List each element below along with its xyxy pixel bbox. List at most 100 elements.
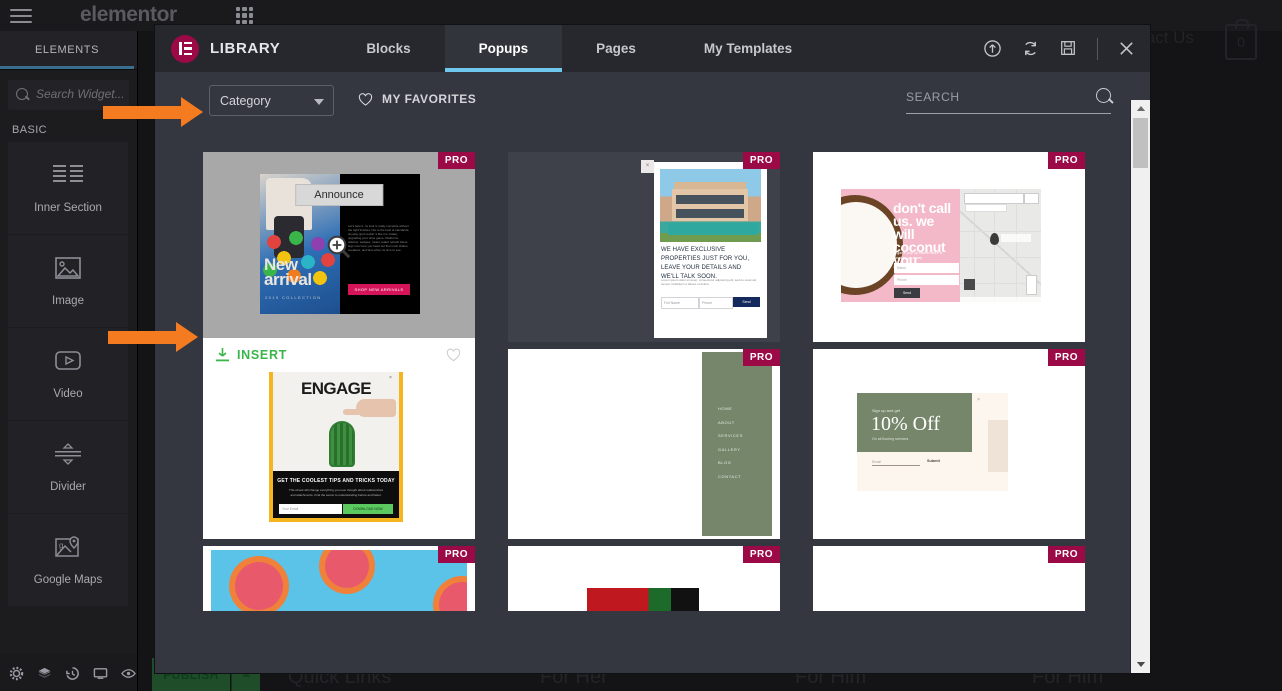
zoom-magnifier-icon[interactable] (326, 234, 352, 260)
category-dropdown[interactable]: Category (209, 85, 334, 116)
divider-icon (51, 441, 85, 471)
pro-badge: PRO (1047, 349, 1085, 366)
template-map (960, 189, 1041, 302)
hamburger-icon[interactable] (10, 9, 32, 23)
history-icon[interactable] (65, 666, 80, 681)
template-headline: 10% Off (871, 413, 941, 435)
close-icon[interactable] (1117, 39, 1136, 58)
widget-google-maps[interactable]: g Google Maps (8, 514, 128, 606)
annotation-arrow-insert (108, 322, 198, 352)
template-thumbnail[interactable]: PRO Sign up and get 10% Off On all floor… (813, 349, 1085, 539)
svg-text:g: g (59, 541, 63, 550)
template-card[interactable]: PRO ENGAGE × GET THE COOLEST TIPS AND TR… (203, 349, 475, 539)
scrollbar-thumb[interactable] (1133, 118, 1148, 168)
template-thumbnail[interactable]: PRO WE HAVE EXCLUSIVE PROPERTIES JUST FO… (508, 152, 780, 342)
template-card[interactable]: PRO don't call us. we will coconut you o… (813, 152, 1085, 342)
annotation-arrow-category (103, 97, 203, 127)
library-modal: LIBRARY Blocks Popups Pages My Templates (155, 25, 1150, 673)
template-cta: SHOP NEW ARRIVALS (348, 284, 410, 295)
template-preview: Sign up and get 10% Off On all flooring … (857, 393, 1008, 491)
pro-badge: PRO (742, 152, 780, 169)
template-thumbnail[interactable]: PRO New arrival 2019 COLLECTION Let's fac… (203, 152, 475, 342)
template-card[interactable]: PRO New arrival 2019 COLLECTION Let's fac… (203, 152, 475, 372)
insert-label: INSERT (237, 348, 288, 362)
upload-icon[interactable] (983, 39, 1002, 58)
template-body-text: Lorem ipsum dolor sit amet, consectetur … (661, 278, 757, 287)
templates-grid: PRO New arrival 2019 COLLECTION Let's fac… (155, 130, 1131, 611)
modal-title: LIBRARY (210, 40, 281, 57)
insert-bar[interactable]: INSERT (203, 338, 475, 372)
template-heading: WE HAVE EXCLUSIVE PROPERTIES JUST FOR YO… (661, 247, 750, 280)
template-field: Your Email (279, 504, 342, 514)
template-nav-item: HOME (718, 406, 733, 411)
scroll-up-arrow-icon[interactable] (1131, 100, 1150, 117)
template-field: Full Name (661, 297, 699, 309)
template-body-text: organic pop up market store is heading y… (894, 251, 943, 261)
sync-icon[interactable] (1021, 39, 1040, 58)
template-thumbnail[interactable]: PRO HOME ABOUT SERVICES GALLERY BLOG CON… (508, 349, 780, 539)
pro-badge: PRO (437, 546, 475, 563)
apps-grid-icon[interactable] (236, 7, 253, 24)
chevron-down-icon (314, 99, 324, 105)
google-maps-icon: g (51, 534, 85, 564)
template-preview (587, 588, 699, 611)
template-thumbnail[interactable]: PRO (813, 546, 1085, 611)
pro-badge: PRO (437, 152, 475, 169)
template-nav-item: ABOUT (718, 419, 735, 425)
template-thumbnail[interactable]: PRO don't call us. we will coconut you o… (813, 152, 1085, 342)
template-card[interactable]: PRO HOME ABOUT SERVICES GALLERY BLOG CON… (508, 349, 780, 539)
scroll-down-arrow-icon[interactable] (1131, 656, 1150, 673)
settings-icon[interactable] (9, 666, 24, 681)
template-preview (211, 550, 467, 611)
widget-search-placeholder: Search Widget... (36, 87, 125, 101)
shopping-bag-icon[interactable]: 0 (1225, 19, 1257, 60)
elementor-mark-icon (171, 34, 199, 63)
pro-badge: PRO (1047, 152, 1085, 169)
template-card[interactable]: PRO (813, 546, 1085, 611)
tab-my-templates[interactable]: My Templates (670, 25, 826, 72)
tab-blocks[interactable]: Blocks (332, 25, 444, 72)
columns-icon (51, 162, 85, 192)
template-cta: Send (733, 297, 760, 307)
category-dropdown-value: Category (220, 93, 271, 108)
template-field: Phone (894, 275, 959, 285)
responsive-icon[interactable] (93, 666, 108, 681)
template-search-input[interactable]: SEARCH (906, 88, 1111, 114)
template-thumbnail[interactable]: PRO (203, 546, 475, 611)
preview-icon[interactable] (121, 666, 136, 681)
favorite-heart-icon[interactable] (446, 348, 461, 362)
template-card[interactable]: PRO WE HAVE EXCLUSIVE PROPERTIES JUST FO… (508, 152, 780, 342)
template-headline: ENGAGE (300, 379, 372, 398)
my-favorites-filter[interactable]: MY FAVORITES (358, 92, 476, 106)
modal-scrollbar[interactable] (1130, 100, 1150, 673)
template-preview: HOME ABOUT SERVICES GALLERY BLOG CONTACT (516, 352, 772, 536)
template-preview: don't call us. we will coconut you organ… (841, 189, 1041, 302)
template-card[interactable]: PRO (508, 546, 780, 611)
template-field: Phone (699, 297, 733, 309)
header-divider (1097, 37, 1098, 60)
template-thumbnail[interactable]: PRO ENGAGE × GET THE COOLEST TIPS AND TR… (203, 349, 475, 539)
modal-header: LIBRARY Blocks Popups Pages My Templates (155, 25, 1150, 72)
template-field: Email (872, 460, 920, 466)
template-card[interactable]: PRO (203, 546, 475, 611)
widget-label: Image (52, 295, 84, 307)
tab-pages[interactable]: Pages (562, 25, 670, 72)
template-card[interactable]: PRO Sign up and get 10% Off On all floor… (813, 349, 1085, 539)
template-thumbnail[interactable]: PRO (508, 546, 780, 611)
templates-grid-scroll: PRO New arrival 2019 COLLECTION Let's fac… (155, 130, 1131, 673)
widget-inner-section[interactable]: Inner Section (8, 142, 128, 234)
elementor-logo: elementor (80, 3, 177, 26)
widget-image[interactable]: Image (8, 235, 128, 327)
tab-popups[interactable]: Popups (444, 25, 563, 72)
widget-label: Inner Section (34, 202, 102, 214)
layers-icon[interactable] (37, 666, 52, 681)
pro-badge: PRO (742, 546, 780, 563)
template-search-placeholder: SEARCH (906, 90, 960, 104)
template-subline: 2019 COLLECTION (265, 295, 322, 300)
widget-category-label: BASIC (12, 124, 48, 136)
save-icon[interactable] (1059, 39, 1078, 58)
tab-elements[interactable]: ELEMENTS (0, 31, 134, 69)
widget-divider[interactable]: Divider (8, 421, 128, 513)
template-nav-item: CONTACT (718, 473, 742, 479)
widget-label: Divider (50, 481, 86, 493)
